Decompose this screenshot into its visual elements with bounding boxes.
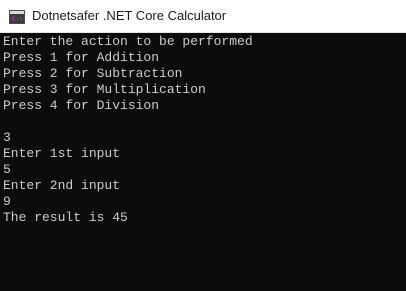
svg-text:C:\: C:\ <box>12 16 23 23</box>
console-line: 3 <box>3 130 11 145</box>
window-title: Dotnetsafer .NET Core Calculator <box>32 8 227 23</box>
console-line: 5 <box>3 162 11 177</box>
console-output[interactable]: Enter the action to be performed Press 1… <box>0 33 406 291</box>
console-line: Press 3 for Multiplication <box>3 82 206 97</box>
console-line: Enter 2nd input <box>3 178 121 193</box>
console-line: Enter the action to be performed <box>3 34 253 49</box>
console-app-icon[interactable]: C:\ <box>9 10 25 24</box>
console-line: Press 4 for Division <box>3 98 160 113</box>
console-window: C:\ Dotnetsafer .NET Core Calculator Ent… <box>0 0 406 291</box>
console-line: Press 1 for Addition <box>3 50 160 65</box>
console-line: 9 <box>3 194 11 209</box>
console-line: Press 2 for Subtraction <box>3 66 183 81</box>
title-bar[interactable]: C:\ Dotnetsafer .NET Core Calculator <box>0 0 406 33</box>
console-line: The result is 45 <box>3 210 128 225</box>
console-line: Enter 1st input <box>3 146 121 161</box>
